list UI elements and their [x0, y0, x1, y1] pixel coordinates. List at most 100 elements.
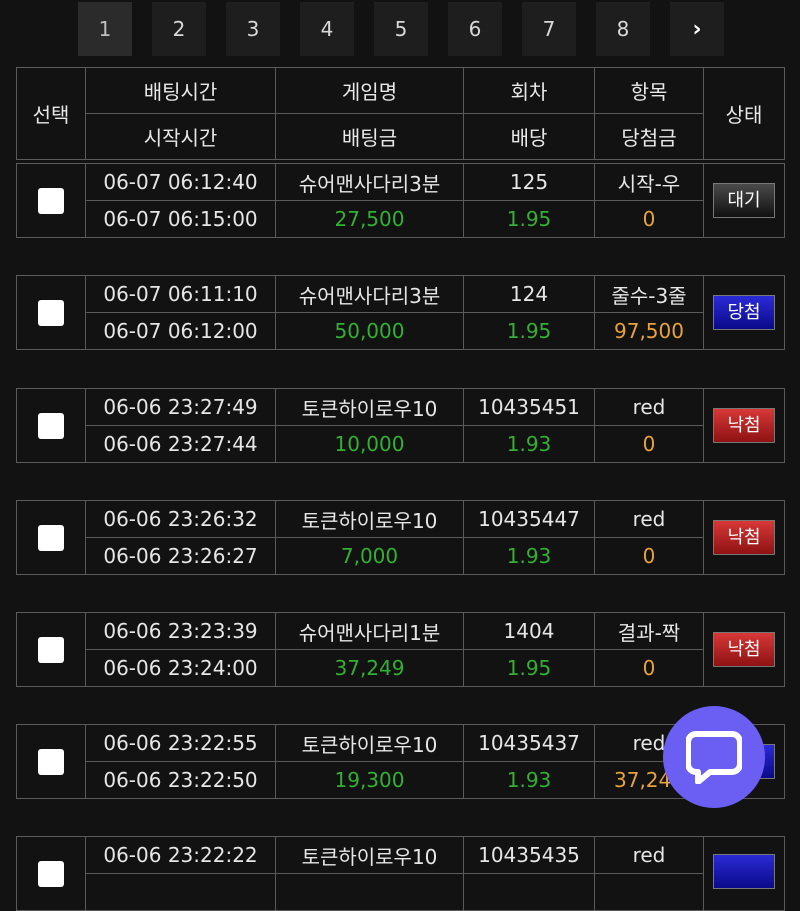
bet-row: 06-06 23:26:32 토큰하이로우10 10435447 red 낙첨 06-06…: [16, 500, 785, 575]
status-cell: 대기: [703, 163, 785, 238]
bet-amount: 37,249: [275, 649, 464, 687]
start-time: 06-07 06:15:00: [85, 200, 276, 238]
select-checkbox[interactable]: [38, 524, 64, 551]
bet-time: 06-06 23:22:22: [85, 836, 276, 874]
col-win-amount-header: 당첨금: [594, 113, 704, 160]
col-bet-amount-header: 배팅금: [275, 113, 464, 160]
status-badge[interactable]: 당첨: [713, 295, 775, 330]
odds: 1.95: [463, 649, 595, 687]
page-5-button[interactable]: 5: [374, 2, 428, 56]
page-3-button[interactable]: 3: [226, 2, 280, 56]
bet-row: 06-07 06:12:40 슈어맨사다리3분 125 시작-우대기 06-07 06:…: [16, 163, 785, 238]
next-page-button[interactable]: ›: [670, 2, 724, 56]
start-time: 06-06 23:26:27: [85, 537, 276, 575]
status-badge[interactable]: 대기: [713, 183, 775, 218]
game-name: 토큰하이로우10: [275, 724, 464, 762]
bet-time: 06-07 06:12:40: [85, 163, 276, 201]
page-4-button[interactable]: 4: [300, 2, 354, 56]
round-number: 124: [463, 275, 595, 313]
page-2-button[interactable]: 2: [152, 2, 206, 56]
select-cell: [16, 724, 86, 799]
status-cell: 낙첨: [703, 612, 785, 687]
game-name: 슈어맨사다리3분: [275, 163, 464, 201]
page-6-button[interactable]: 6: [448, 2, 502, 56]
bet-time: 06-07 06:11:10: [85, 275, 276, 313]
bet-item: 결과-짝: [594, 612, 704, 650]
col-start-time-header: 시작시간: [85, 113, 276, 160]
round-number: 10435435: [463, 836, 595, 874]
bet-row: 06-06 23:23:39 슈어맨사다리1분 1404 결과-짝 낙첨 06-06 23…: [16, 612, 785, 687]
col-item-header: 항목: [594, 67, 704, 114]
bet-time: 06-06 23:22:55: [85, 724, 276, 762]
start-time: 06-06 23:27:44: [85, 425, 276, 463]
win-amount: 97,500: [594, 312, 704, 350]
select-checkbox[interactable]: [38, 299, 64, 326]
bet-amount: [275, 873, 464, 911]
odds: 1.93: [463, 537, 595, 575]
odds: 1.95: [463, 312, 595, 350]
status-cell: 낙첨: [703, 500, 785, 575]
chat-bubble-icon: [686, 731, 742, 784]
win-amount: 0: [594, 537, 704, 575]
select-cell: [16, 612, 86, 687]
win-amount: [594, 873, 704, 911]
select-checkbox[interactable]: [38, 636, 64, 663]
start-time: 06-06 23:22:50: [85, 761, 276, 799]
col-game-name-header: 게임명: [275, 67, 464, 114]
round-number: 10435437: [463, 724, 595, 762]
start-time: [85, 873, 276, 911]
select-cell: [16, 163, 86, 238]
bet-time: 06-06 23:26:32: [85, 500, 276, 538]
bet-history-header: 선택 배팅시간 게임명 회차 항목 상태 시작시간 배팅금 배당 당첨금: [16, 67, 785, 160]
bet-row: 06-06 23:27:49 토큰하이로우10 10435451 red 낙첨 06-06…: [16, 388, 785, 463]
bet-row: 06-07 06:11:10 슈어맨사다리3분 124 줄수-3줄당첨 06-07 06…: [16, 275, 785, 350]
status-badge[interactable]: [713, 853, 775, 889]
odds: 1.93: [463, 761, 595, 799]
game-name: 토큰하이로우10: [275, 500, 464, 538]
page-8-button[interactable]: 8: [596, 2, 650, 56]
odds: 1.93: [463, 425, 595, 463]
bet-row: 06-06 23:22:22 토큰하이로우10 10435435 red: [16, 836, 785, 911]
pagination: 1 2 3 4 5 6 7 8 ›: [0, 2, 800, 56]
start-time: 06-07 06:12:00: [85, 312, 276, 350]
status-badge[interactable]: 낙첨: [713, 520, 775, 555]
status-cell: [703, 836, 785, 911]
bet-item: red: [594, 388, 704, 426]
game-name: 토큰하이로우10: [275, 388, 464, 426]
select-cell: [16, 388, 86, 463]
game-name: 슈어맨사다리3분: [275, 275, 464, 313]
select-cell: [16, 500, 86, 575]
bet-time: 06-06 23:27:49: [85, 388, 276, 426]
select-checkbox[interactable]: [38, 187, 64, 214]
win-amount: 0: [594, 649, 704, 687]
bet-amount: 50,000: [275, 312, 464, 350]
col-bet-time-header: 배팅시간: [85, 67, 276, 114]
select-checkbox[interactable]: [38, 412, 64, 439]
round-number: 10435447: [463, 500, 595, 538]
page-1-button[interactable]: 1: [78, 2, 132, 56]
col-status-header: 상태: [703, 67, 785, 160]
status-badge[interactable]: 낙첨: [713, 632, 775, 667]
start-time: 06-06 23:24:00: [85, 649, 276, 687]
round-number: 1404: [463, 612, 595, 650]
col-select-header: 선택: [16, 67, 86, 160]
col-odds-header: 배당: [463, 113, 595, 160]
status-badge[interactable]: 낙첨: [713, 408, 775, 443]
chat-button[interactable]: [663, 706, 765, 808]
round-number: 10435451: [463, 388, 595, 426]
bet-amount: 19,300: [275, 761, 464, 799]
page-7-button[interactable]: 7: [522, 2, 576, 56]
game-name: 토큰하이로우10: [275, 836, 464, 874]
status-cell: 낙첨: [703, 388, 785, 463]
col-round-header: 회차: [463, 67, 595, 114]
status-cell: 당첨: [703, 275, 785, 350]
bet-item: 시작-우: [594, 163, 704, 201]
bet-item: red: [594, 836, 704, 874]
odds: 1.95: [463, 200, 595, 238]
select-cell: [16, 836, 86, 911]
odds: [463, 873, 595, 911]
bet-item: 줄수-3줄: [594, 275, 704, 313]
select-checkbox[interactable]: [38, 748, 64, 775]
round-number: 125: [463, 163, 595, 201]
win-amount: 0: [594, 425, 704, 463]
